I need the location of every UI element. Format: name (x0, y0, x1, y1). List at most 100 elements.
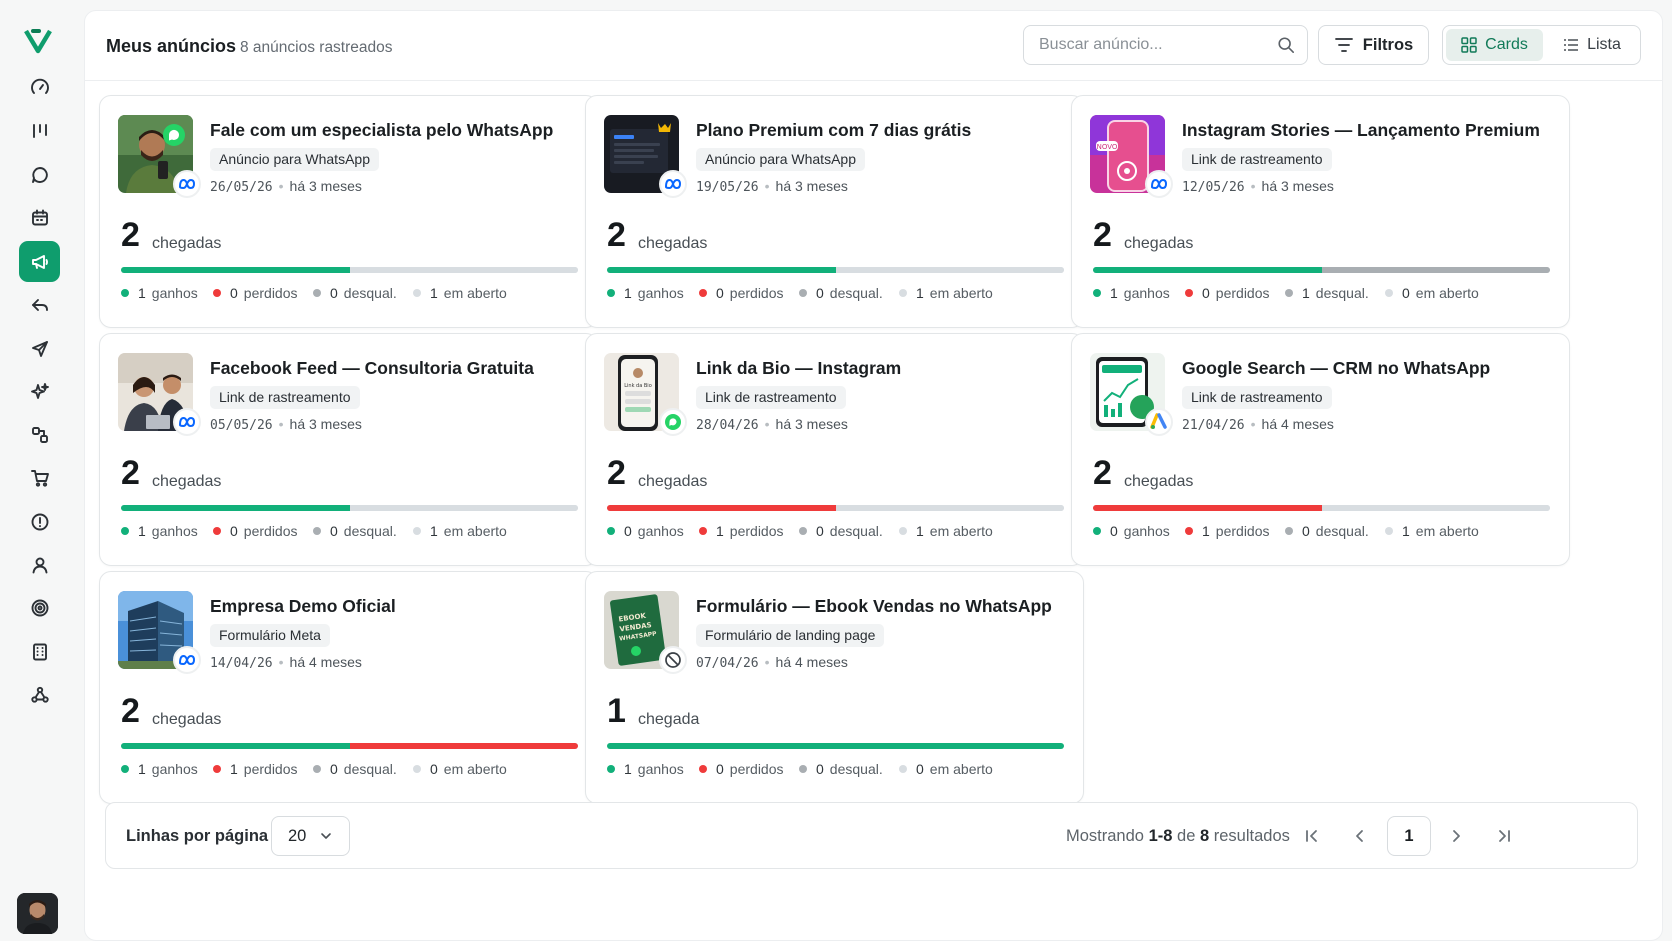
ad-card[interactable]: Plano Premium com 7 dias grátis Anúncio p… (585, 95, 1084, 328)
legend-count: 0 (816, 285, 824, 301)
sidebar-item-user[interactable] (19, 544, 60, 585)
ad-date-line: 19/05/26 • há 3 meses (696, 178, 848, 195)
arrivals-label: chegadas (1124, 473, 1194, 490)
pagination-footer: Linhas por página 20 Mostrando 1-8 de 8 … (105, 802, 1638, 869)
sidebar-item-chat[interactable] (19, 154, 60, 195)
legend-desqual: 0 desqual. (313, 285, 397, 301)
ad-card[interactable]: Google Search — CRM no WhatsApp Link de r… (1071, 333, 1570, 566)
page-header: Meus anúncios 8 anúncios rastreados Filt… (85, 11, 1662, 81)
sidebar-item-calendar[interactable] (19, 197, 60, 238)
sidebar-item-target[interactable] (19, 587, 60, 628)
ad-title[interactable]: Link da Bio — Instagram (696, 358, 901, 379)
user-avatar[interactable] (17, 893, 58, 934)
first-page-button[interactable] (1292, 816, 1332, 856)
sidebar-item-kanban[interactable] (19, 110, 60, 151)
legend-count: 1 (1402, 523, 1410, 539)
ad-date-line: 14/04/26 • há 4 meses (210, 654, 362, 671)
sidebar-item-workflow[interactable] (19, 414, 60, 455)
ad-age: há 3 meses (289, 416, 362, 432)
legend-dot-aberto (413, 765, 421, 773)
legend-label: em aberto (929, 523, 993, 539)
ad-title[interactable]: Plano Premium com 7 dias grátis (696, 120, 971, 141)
rows-per-page-value: 20 (288, 826, 307, 845)
ad-date: 12/05/26 (1182, 180, 1245, 195)
legend-count: 0 (430, 761, 438, 777)
ad-title[interactable]: Empresa Demo Oficial (210, 596, 396, 617)
legend-ganhos: 1 ganhos (607, 761, 684, 777)
legend-dot-aberto (1385, 289, 1393, 297)
sidebar-item-send[interactable] (19, 328, 60, 369)
ad-date-line: 05/05/26 • há 3 meses (210, 416, 362, 433)
legend-dot-perdidos (1185, 527, 1193, 535)
ad-date: 14/04/26 (210, 656, 273, 671)
last-page-button[interactable] (1484, 816, 1524, 856)
ad-title[interactable]: Fale com um especialista pelo WhatsApp (210, 120, 553, 141)
legend-label: ganhos (637, 761, 684, 777)
ad-card[interactable]: Facebook Feed — Consultoria Gratuita Link… (99, 333, 598, 566)
page-title: Meus anúncios (106, 36, 237, 56)
ad-date-line: 21/04/26 • há 4 meses (1182, 416, 1334, 433)
rows-per-page-select[interactable]: 20 (271, 816, 350, 856)
legend-count: 1 (624, 285, 632, 301)
send-icon (31, 340, 48, 357)
ad-date: 26/05/26 (210, 180, 273, 195)
sidebar-item-reply[interactable] (19, 284, 60, 325)
sidebar-item-webhook[interactable] (19, 674, 60, 715)
ad-title[interactable]: Facebook Feed — Consultoria Gratuita (210, 358, 534, 379)
ad-age: há 3 meses (289, 178, 362, 194)
legend-count: 1 (230, 761, 238, 777)
legend-dot-ganhos (607, 765, 615, 773)
view-list-label: Lista (1587, 36, 1621, 53)
status-progress-bar (1093, 505, 1550, 511)
legend-count: 0 (716, 285, 724, 301)
ad-title[interactable]: Formulário — Ebook Vendas no WhatsApp (696, 596, 1052, 617)
platform-badge (1145, 170, 1173, 198)
progress-segment-aberto (1321, 505, 1550, 511)
view-list-button[interactable]: Lista (1547, 29, 1637, 61)
next-page-button[interactable] (1436, 816, 1476, 856)
arrivals-count: 2 (1093, 216, 1112, 254)
legend-ganhos: 1 ganhos (121, 761, 198, 777)
legend-dot-desqual (313, 289, 321, 297)
status-legend: 1 ganhos 0 perdidos 0 desqual. 1 em aberto (607, 285, 1077, 305)
filters-button[interactable]: Filtros (1318, 25, 1429, 65)
ad-date: 28/04/26 (696, 418, 759, 433)
search-box[interactable] (1023, 25, 1308, 65)
separator-dot: • (278, 654, 284, 670)
ad-card[interactable]: Link da Bio Link da Bio — Instagram Link d… (585, 333, 1084, 566)
ad-title[interactable]: Google Search — CRM no WhatsApp (1182, 358, 1490, 379)
ad-card[interactable]: EBOOK VENDAS WHATSAPP Formulário — Ebook Ve… (585, 571, 1084, 804)
ad-type-tag: Link de rastreamento (210, 386, 360, 409)
sidebar-item-dashboard-gauge[interactable] (19, 67, 60, 108)
legend-dot-desqual (313, 765, 321, 773)
sidebar-item-megaphone[interactable] (19, 241, 60, 282)
legend-count: 0 (1110, 523, 1118, 539)
svg-text:NOVO: NOVO (1097, 143, 1118, 151)
showing-total: 8 (1199, 827, 1210, 845)
chevrons-first-icon (1306, 830, 1317, 842)
legend-count: 0 (1402, 285, 1410, 301)
brand-logo[interactable] (24, 28, 52, 54)
ad-card[interactable]: NOVO Instagram Stories — Lançamento Premi… (1071, 95, 1570, 328)
ad-type-tag: Formulário de landing page (696, 624, 885, 647)
view-cards-button[interactable]: Cards (1446, 29, 1543, 61)
sidebar-item-cart[interactable] (19, 457, 60, 498)
sidebar-item-building[interactable] (19, 631, 60, 672)
search-input[interactable] (1024, 26, 1307, 64)
platform-badge (659, 408, 687, 436)
sidebar-item-sparkles[interactable] (19, 371, 60, 412)
legend-count: 0 (230, 285, 238, 301)
current-page-button[interactable]: 1 (1387, 816, 1431, 856)
prev-page-button[interactable] (1340, 816, 1380, 856)
ad-card[interactable]: Fale com um especialista pelo WhatsApp An… (99, 95, 598, 328)
legend-label: desqual. (1315, 285, 1369, 301)
legend-dot-ganhos (1093, 289, 1101, 297)
search-icon[interactable] (1277, 36, 1295, 54)
ad-card[interactable]: Empresa Demo Oficial Formulário Meta 14/04… (99, 571, 598, 804)
sidebar-item-alert-circle[interactable] (19, 501, 60, 542)
ad-title[interactable]: Instagram Stories — Lançamento Premium (1182, 120, 1540, 141)
grid-icon (1461, 37, 1477, 53)
ad-date-line: 12/05/26 • há 3 meses (1182, 178, 1334, 195)
tracked-count: 8 anúncios rastreados (240, 39, 393, 56)
whatsapp-icon (665, 414, 681, 430)
